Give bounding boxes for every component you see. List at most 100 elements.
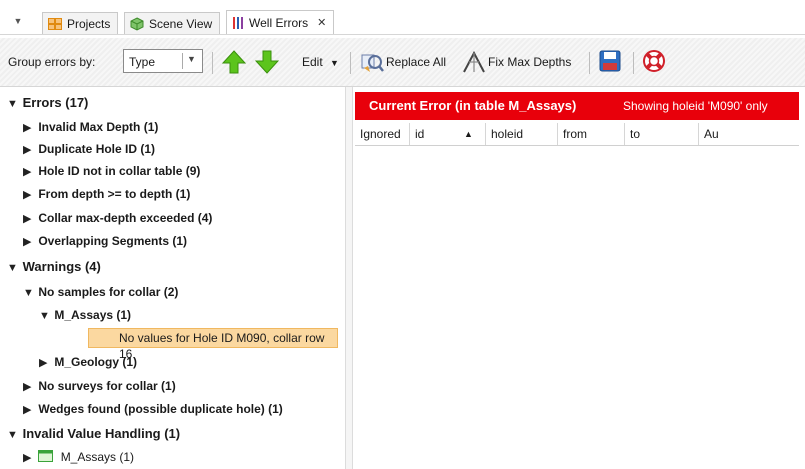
chevron-right-icon: ▶ <box>23 213 32 225</box>
toolbar-separator <box>350 52 351 74</box>
column-header-ignored[interactable]: Ignored <box>355 123 410 145</box>
tree-item-invalid-max-depth[interactable]: ▶ Invalid Max Depth (1) <box>23 116 158 138</box>
group-errors-select[interactable]: Type ▼ <box>123 49 203 73</box>
tree-item-label: Hole ID not in collar table (9) <box>38 164 201 178</box>
column-header-holeid[interactable]: holeid <box>486 123 558 145</box>
chevron-right-icon: ▶ <box>23 189 32 201</box>
next-error-down-arrow-icon[interactable] <box>255 50 279 74</box>
tab-projects[interactable]: Projects <box>42 12 119 34</box>
tree-item-label: Wedges found (possible duplicate hole) (… <box>38 402 283 416</box>
column-header-label: Ignored <box>360 127 401 141</box>
help-lifebuoy-icon[interactable] <box>642 49 666 73</box>
tab-label: Scene View <box>149 16 213 31</box>
tree-item-label: Duplicate Hole ID (1) <box>38 142 156 156</box>
chevron-down-icon: ▼ <box>23 287 34 299</box>
toolbar-separator <box>212 52 213 74</box>
replace-all-button[interactable]: Replace All <box>386 55 446 69</box>
tree-item-overlapping-segments[interactable]: ▶ Overlapping Segments (1) <box>23 230 187 252</box>
tree-item-label: No samples for collar (2) <box>38 285 179 299</box>
tab-label: Well Errors <box>249 15 309 30</box>
group-errors-value: Type <box>129 55 156 69</box>
tree-item-no-samples-for-collar[interactable]: ▼ No samples for collar (2) <box>23 281 178 303</box>
pane-splitter[interactable] <box>345 87 353 469</box>
chevron-right-icon: ▶ <box>23 404 32 416</box>
tree-item-label: Invalid Max Depth (1) <box>38 120 159 134</box>
tree-item-label: No values for Hole ID M090, collar row 1… <box>119 331 325 361</box>
table-header: Ignored id ▲ holeid from to Au <box>355 123 799 146</box>
column-header-label: to <box>630 127 641 141</box>
chevron-right-icon: ▶ <box>23 452 32 464</box>
sort-ascending-icon: ▲ <box>464 129 473 139</box>
column-header-to[interactable]: to <box>625 123 699 145</box>
column-header-label: holeid <box>491 127 524 141</box>
tree-item-label: M_Assays (1) <box>54 308 132 322</box>
tree-item-no-surveys-for-collar[interactable]: ▶ No surveys for collar (1) <box>23 375 176 397</box>
tree-item-hole-id-not-in-collar[interactable]: ▶ Hole ID not in collar table (9) <box>23 160 200 182</box>
column-header-label: id <box>415 127 425 141</box>
projects-icon <box>48 17 62 30</box>
error-detail-pane: Current Error (in table M_Assays) Showin… <box>353 87 805 469</box>
error-tree: ▼ Errors (17) ▶ Invalid Max Depth (1) ▶ … <box>0 87 345 469</box>
group-errors-label: Group errors by: <box>8 55 96 69</box>
tree-item-label: No surveys for collar (1) <box>38 379 176 393</box>
tree-group-invalid-value-handling[interactable]: ▼ Invalid Value Handling (1) <box>7 423 180 445</box>
chevron-right-icon: ▶ <box>39 357 48 369</box>
current-error-filter: Showing holeid 'M090' only <box>623 99 768 113</box>
tree-item-collar-max-depth[interactable]: ▶ Collar max-depth exceeded (4) <box>23 207 212 229</box>
scene-view-icon <box>130 16 144 31</box>
tab-well-errors[interactable]: Well Errors ✕ <box>226 10 335 34</box>
chevron-right-icon: ▶ <box>23 122 32 134</box>
chevron-right-icon: ▶ <box>23 236 32 248</box>
chevron-down-icon: ▼ <box>39 310 50 322</box>
tab-scene-view[interactable]: Scene View <box>124 12 221 34</box>
column-header-from[interactable]: from <box>558 123 625 145</box>
well-errors-icon <box>233 16 243 29</box>
tree-item-label: M_Assays (1) <box>60 450 135 464</box>
fix-max-depths-button[interactable]: Fix Max Depths <box>488 55 571 69</box>
column-header-id[interactable]: id ▲ <box>410 123 486 145</box>
tree-item-wedges-found[interactable]: ▶ Wedges found (possible duplicate hole)… <box>23 398 283 420</box>
tree-group-label: Warnings (4) <box>22 259 101 274</box>
tree-item-label: Collar max-depth exceeded (4) <box>38 211 213 225</box>
previous-error-up-arrow-icon[interactable] <box>222 50 246 74</box>
current-error-banner: Current Error (in table M_Assays) Showin… <box>355 92 799 120</box>
tab-menu-chevron-icon[interactable]: ▼ <box>12 15 24 27</box>
chevron-down-icon: ▼ <box>187 54 196 64</box>
column-header-au[interactable]: Au <box>699 123 799 145</box>
tree-group-warnings[interactable]: ▼ Warnings (4) <box>7 256 101 278</box>
table-icon <box>38 450 54 462</box>
edit-label: Edit <box>302 55 323 69</box>
tree-item-invalid-m-assays[interactable]: ▶ M_Assays (1) <box>23 446 134 468</box>
tree-group-label: Invalid Value Handling (1) <box>22 426 181 441</box>
tree-item-from-depth[interactable]: ▶ From depth >= to depth (1) <box>23 183 190 205</box>
close-icon[interactable]: ✕ <box>317 12 326 34</box>
tree-item-label: Overlapping Segments (1) <box>38 234 188 248</box>
chevron-right-icon: ▶ <box>23 381 32 393</box>
tree-item-label: From depth >= to depth (1) <box>38 187 191 201</box>
edit-menu-button[interactable]: Edit ▼ <box>302 55 339 69</box>
chevron-right-icon: ▶ <box>23 166 32 178</box>
tree-group-errors[interactable]: ▼ Errors (17) <box>7 92 88 114</box>
fix-max-depths-icon[interactable] <box>462 50 486 74</box>
save-icon[interactable] <box>598 49 622 73</box>
select-divider <box>182 53 183 69</box>
tab-label: Projects <box>67 16 111 31</box>
tree-item-label: M_Geology (1) <box>54 355 138 369</box>
tree-item-duplicate-hole-id[interactable]: ▶ Duplicate Hole ID (1) <box>23 138 155 160</box>
toolbar-separator <box>633 52 634 74</box>
tree-item-m-geology[interactable]: ▶ M_Geology (1) <box>39 351 137 373</box>
tree-item-m-assays[interactable]: ▼ M_Assays (1) <box>39 304 131 326</box>
tab-bar: ▼ Projects Scene View Well Errors ✕ <box>0 0 805 38</box>
toolbar: Group errors by: Type ▼ Edit ▼ Replace A… <box>0 38 805 87</box>
chevron-right-icon: ▶ <box>23 144 32 156</box>
toolbar-separator <box>589 52 590 74</box>
replace-all-icon[interactable] <box>360 50 384 74</box>
chevron-down-icon: ▼ <box>7 262 18 274</box>
selected-tree-row[interactable]: No values for Hole ID M090, collar row 1… <box>88 328 338 361</box>
chevron-down-icon: ▼ <box>7 98 18 110</box>
column-header-label: from <box>563 127 587 141</box>
column-header-label: Au <box>704 127 719 141</box>
tree-group-label: Errors (17) <box>22 95 89 110</box>
chevron-down-icon: ▼ <box>330 58 339 68</box>
tab-divider <box>0 34 805 35</box>
